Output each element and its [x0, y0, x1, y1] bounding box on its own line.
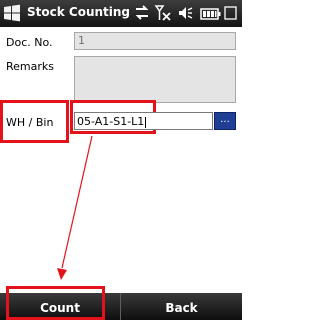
annotation-arrow	[57, 135, 93, 280]
count-button-highlight	[6, 286, 105, 320]
back-button[interactable]: Back	[121, 293, 242, 320]
